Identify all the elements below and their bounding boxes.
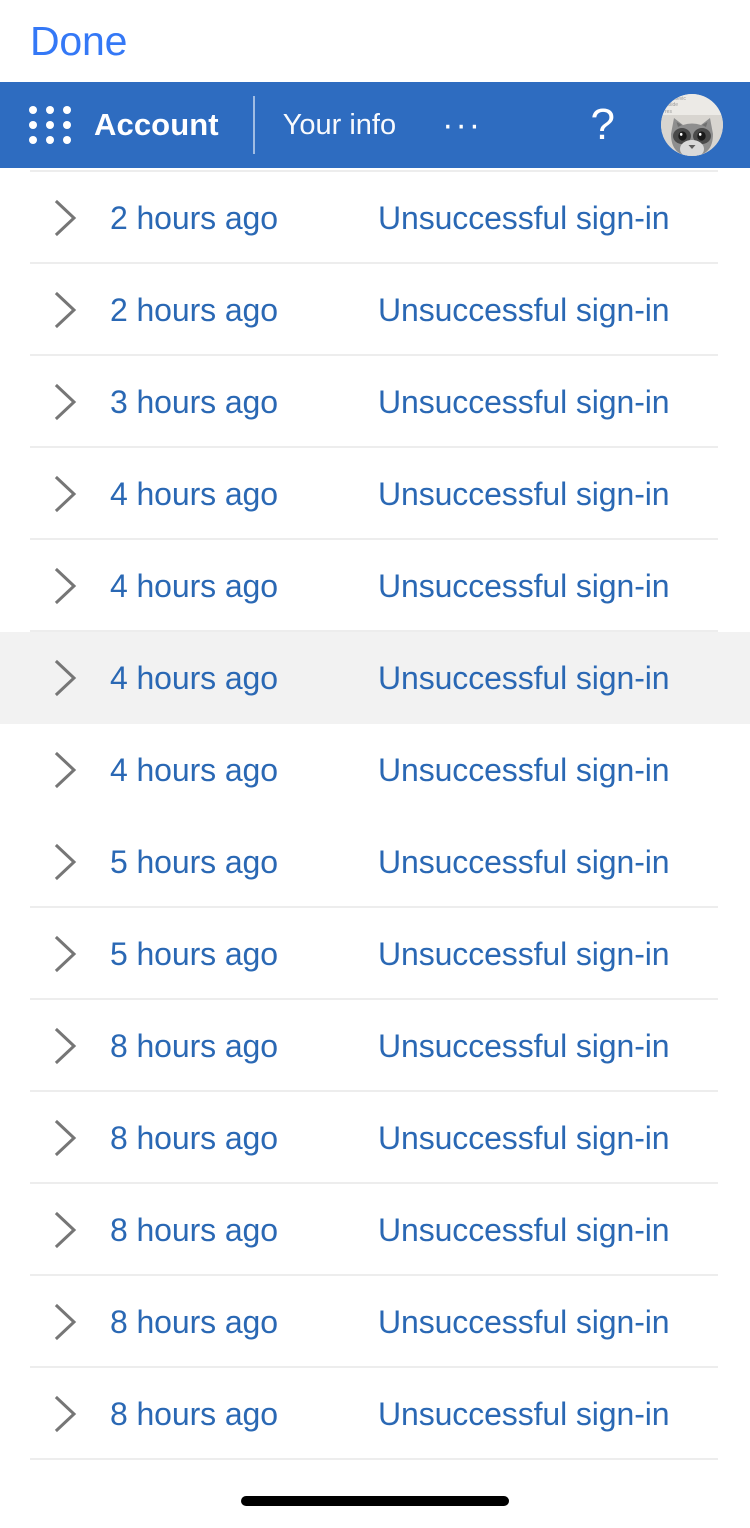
waffle-dot — [63, 121, 71, 129]
row-event-link[interactable]: Unsuccessful sign-in — [378, 384, 669, 421]
nav-item-your-info[interactable]: Your info — [283, 109, 396, 142]
row-timestamp: 2 hours ago — [110, 292, 278, 329]
row-timestamp: 8 hours ago — [110, 1120, 278, 1157]
avatar[interactable]: oss devic inside res — [661, 94, 723, 156]
chevron-right-icon[interactable] — [46, 290, 86, 330]
table-row[interactable]: 8 hours ago Unsuccessful sign-in — [0, 1276, 750, 1368]
waffle-dot — [46, 136, 54, 144]
chevron-right-icon[interactable] — [46, 382, 86, 422]
table-row[interactable]: 3 hours ago Unsuccessful sign-in — [0, 356, 750, 448]
table-row[interactable]: 5 hours ago Unsuccessful sign-in — [0, 816, 750, 908]
row-timestamp: 4 hours ago — [110, 752, 278, 789]
row-timestamp: 8 hours ago — [110, 1396, 278, 1433]
nav-overflow-menu-icon[interactable]: ··· — [442, 115, 482, 135]
chevron-right-icon[interactable] — [46, 1210, 86, 1250]
brand-account-link[interactable]: Account — [94, 107, 219, 143]
chevron-right-icon[interactable] — [46, 658, 86, 698]
row-timestamp: 5 hours ago — [110, 936, 278, 973]
row-timestamp: 5 hours ago — [110, 844, 278, 881]
row-timestamp: 8 hours ago — [110, 1028, 278, 1065]
ios-modal-top-bar: Done — [0, 0, 750, 82]
row-timestamp: 4 hours ago — [110, 476, 278, 513]
chevron-right-icon[interactable] — [46, 750, 86, 790]
waffle-dot — [29, 136, 37, 144]
row-divider — [30, 1458, 718, 1460]
table-row[interactable]: 4 hours ago Unsuccessful sign-in — [0, 540, 750, 632]
table-row[interactable]: 4 hours ago Unsuccessful sign-in — [0, 632, 750, 724]
recent-activity-list[interactable]: 2 hours agoUnsuccessful sign-in2 hours a… — [0, 82, 750, 1528]
microsoft-suite-nav-bar: Account Your info ··· ? oss devic inside… — [0, 82, 750, 168]
waffle-dot — [29, 106, 37, 114]
chevron-right-icon[interactable] — [46, 198, 86, 238]
chevron-right-icon[interactable] — [46, 1026, 86, 1066]
help-icon[interactable]: ? — [591, 103, 615, 147]
row-event-link[interactable]: Unsuccessful sign-in — [378, 1028, 669, 1065]
nav-divider — [253, 96, 255, 154]
chevron-right-icon[interactable] — [46, 474, 86, 514]
chevron-right-icon[interactable] — [46, 1118, 86, 1158]
row-timestamp: 4 hours ago — [110, 660, 278, 697]
row-timestamp: 3 hours ago — [110, 384, 278, 421]
table-row[interactable]: 2 hours ago Unsuccessful sign-in — [0, 172, 750, 264]
chevron-right-icon[interactable] — [46, 1302, 86, 1342]
table-row[interactable]: 8 hours ago Unsuccessful sign-in — [0, 1368, 750, 1460]
table-row[interactable]: 8 hours ago Unsuccessful sign-in — [0, 1000, 750, 1092]
app-screen: 2 hours agoUnsuccessful sign-in2 hours a… — [0, 0, 750, 1528]
chevron-right-icon[interactable] — [46, 1394, 86, 1434]
row-event-link[interactable]: Unsuccessful sign-in — [378, 660, 669, 697]
chevron-right-icon[interactable] — [46, 934, 86, 974]
waffle-dot — [63, 106, 71, 114]
home-indicator-area — [0, 1482, 750, 1528]
row-event-link[interactable]: Unsuccessful sign-in — [378, 1120, 669, 1157]
table-row[interactable]: 8 hours ago Unsuccessful sign-in — [0, 1092, 750, 1184]
avatar-cat-illustration — [661, 94, 723, 156]
app-launcher-waffle-icon[interactable] — [28, 106, 72, 144]
row-timestamp: 2 hours ago — [110, 200, 278, 237]
home-indicator[interactable] — [241, 1496, 509, 1506]
row-timestamp: 4 hours ago — [110, 568, 278, 605]
waffle-dot — [46, 121, 54, 129]
row-event-link[interactable]: Unsuccessful sign-in — [378, 1396, 669, 1433]
table-row[interactable]: 2 hours ago Unsuccessful sign-in — [0, 264, 750, 356]
row-event-link[interactable]: Unsuccessful sign-in — [378, 476, 669, 513]
table-row[interactable]: 5 hours ago Unsuccessful sign-in — [0, 908, 750, 1000]
chevron-right-icon[interactable] — [46, 842, 86, 882]
done-button[interactable]: Done — [30, 21, 127, 62]
row-timestamp: 8 hours ago — [110, 1212, 278, 1249]
row-event-link[interactable]: Unsuccessful sign-in — [378, 1304, 669, 1341]
waffle-dot — [46, 106, 54, 114]
row-event-link[interactable]: Unsuccessful sign-in — [378, 568, 669, 605]
waffle-dot — [63, 136, 71, 144]
row-event-link[interactable]: Unsuccessful sign-in — [378, 292, 669, 329]
row-timestamp: 8 hours ago — [110, 1304, 278, 1341]
table-row[interactable]: 8 hours ago Unsuccessful sign-in — [0, 1184, 750, 1276]
row-event-link[interactable]: Unsuccessful sign-in — [378, 200, 669, 237]
row-event-link[interactable]: Unsuccessful sign-in — [378, 936, 669, 973]
chevron-right-icon[interactable] — [46, 566, 86, 606]
row-event-link[interactable]: Unsuccessful sign-in — [378, 844, 669, 881]
table-row[interactable]: 4 hours ago Unsuccessful sign-in — [0, 724, 750, 816]
table-row[interactable]: 4 hours ago Unsuccessful sign-in — [0, 448, 750, 540]
row-event-link[interactable]: Unsuccessful sign-in — [378, 1212, 669, 1249]
row-event-link[interactable]: Unsuccessful sign-in — [378, 752, 669, 789]
waffle-dot — [29, 121, 37, 129]
